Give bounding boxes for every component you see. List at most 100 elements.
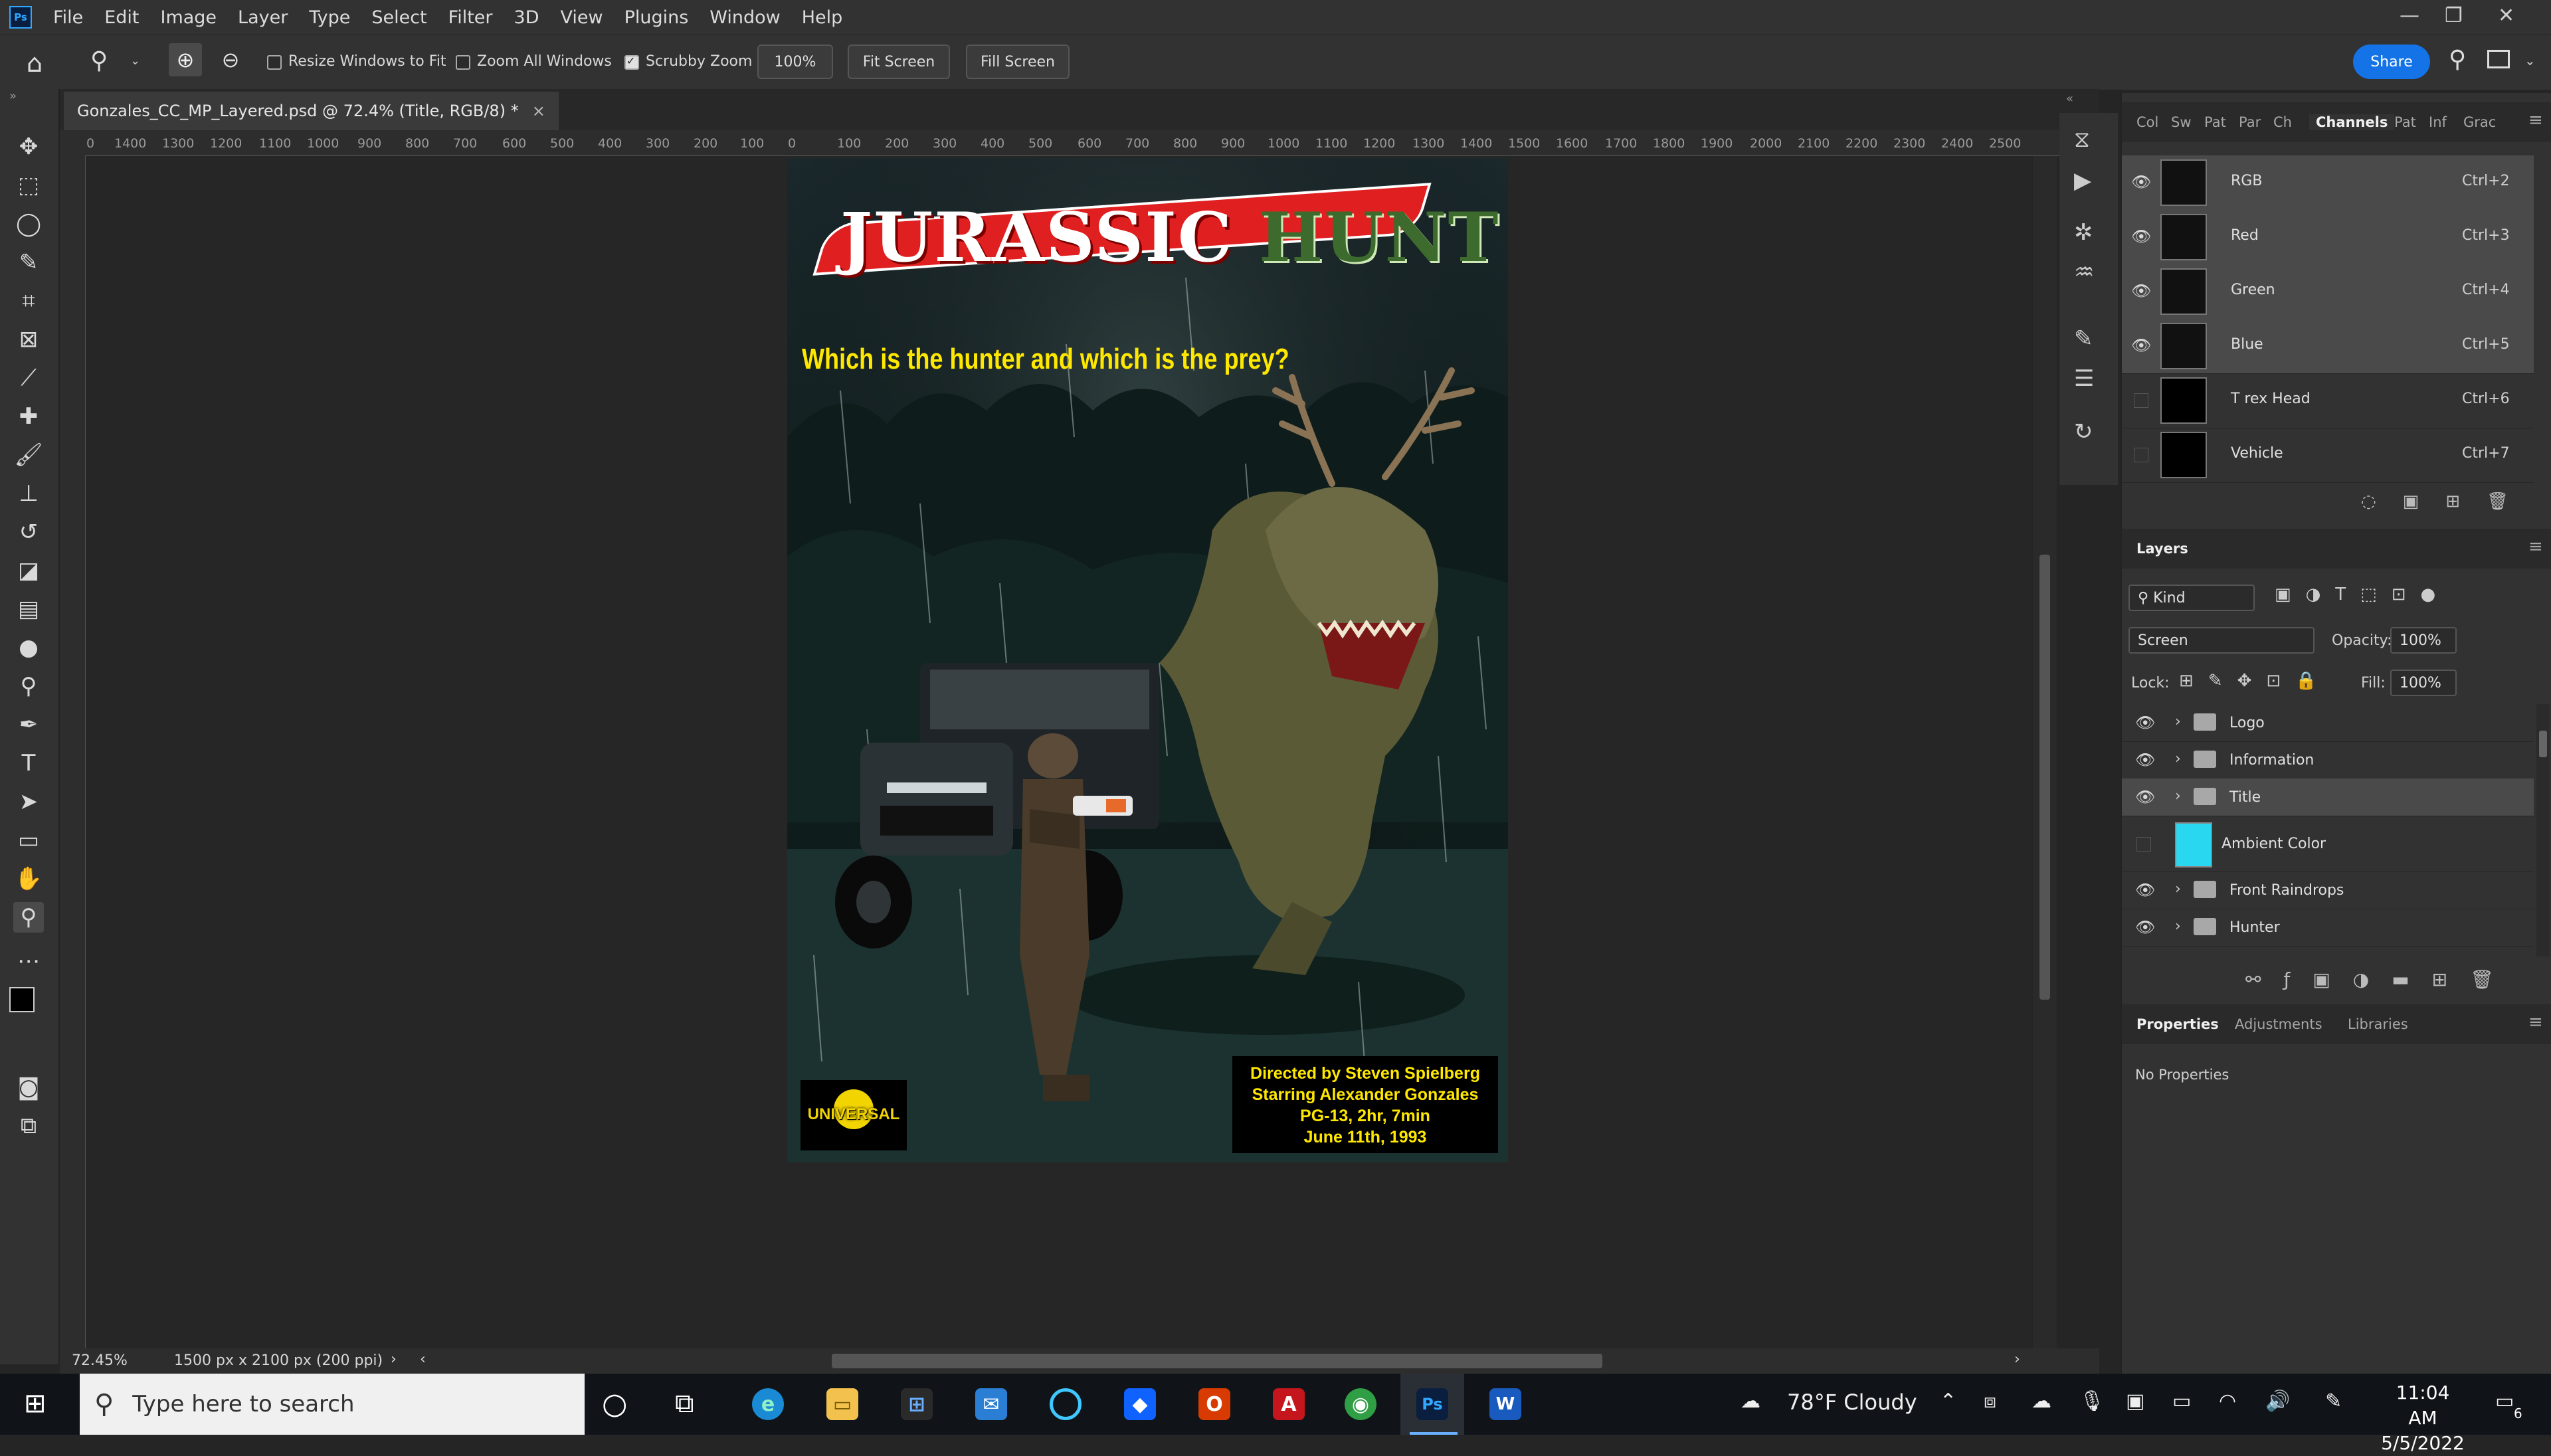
quick-mask-icon[interactable]: ◙ bbox=[13, 1072, 44, 1103]
layers-menu-icon[interactable]: ≡ bbox=[2528, 537, 2543, 557]
minimize-icon[interactable]: — bbox=[2400, 4, 2419, 27]
history-brush-tool-icon[interactable]: ↺ bbox=[13, 517, 44, 547]
brush-settings-panel-icon[interactable]: ✲ bbox=[2074, 219, 2093, 246]
volume-icon[interactable]: 🔊 bbox=[2265, 1390, 2290, 1413]
channels-footer-icons[interactable]: ◌▣⊞🗑 bbox=[2361, 492, 2535, 511]
screen-mode-icon[interactable]: ⧉ bbox=[13, 1111, 44, 1141]
visibility-toggle[interactable] bbox=[2134, 448, 2148, 462]
taskbar-search[interactable]: ⚲ Type here to search bbox=[80, 1374, 585, 1435]
onedrive-icon[interactable]: ☁ bbox=[2031, 1390, 2051, 1413]
layer-filter-dropdown[interactable]: ⚲ Kind bbox=[2128, 585, 2255, 611]
visibility-eye-icon[interactable]: 👁 bbox=[2135, 751, 2155, 769]
file-explorer-icon[interactable]: ▭ bbox=[826, 1388, 858, 1420]
collapse-strip-icon[interactable]: « bbox=[2066, 92, 2073, 106]
actions-panel-icon[interactable]: ▶ bbox=[2074, 167, 2091, 194]
menu-3d[interactable]: 3D bbox=[514, 7, 539, 28]
rectangle-tool-icon[interactable]: ▭ bbox=[13, 825, 44, 856]
blur-tool-icon[interactable]: ● bbox=[13, 632, 44, 663]
notifications-icon[interactable]: ▭ bbox=[2495, 1390, 2514, 1413]
document-tab[interactable]: Gonzales_CC_MP_Layered.psd @ 72.4% (Titl… bbox=[64, 92, 559, 130]
edit-toolbar-icon[interactable]: ⋯ bbox=[13, 946, 44, 976]
menu-filter[interactable]: Filter bbox=[448, 7, 493, 28]
vertical-scrollbar-thumb[interactable] bbox=[2039, 555, 2050, 1000]
expand-chevron-icon[interactable]: › bbox=[2175, 918, 2181, 935]
layer-row[interactable]: 👁 › Logo bbox=[2122, 704, 2534, 742]
tab-swatches[interactable]: Sw bbox=[2171, 114, 2192, 130]
brushes-panel-icon[interactable]: ✎ bbox=[2074, 325, 2093, 352]
close-icon[interactable]: ✕ bbox=[2498, 4, 2514, 27]
visibility-toggle[interactable] bbox=[2134, 393, 2148, 408]
zoom-tool-icon[interactable]: ⚲ bbox=[13, 902, 44, 933]
word-taskbar-icon[interactable]: W bbox=[1489, 1388, 1521, 1420]
visibility-eye-icon[interactable]: 👁 bbox=[2131, 336, 2151, 355]
tab-paragraph[interactable]: Par bbox=[2239, 114, 2261, 130]
tab-paths[interactable]: Pat bbox=[2394, 114, 2416, 130]
menu-type[interactable]: Type bbox=[309, 7, 350, 28]
tab-libraries[interactable]: Libraries bbox=[2348, 1016, 2408, 1032]
move-tool-icon[interactable]: ✥ bbox=[13, 132, 44, 162]
blend-mode-dropdown[interactable]: Screen bbox=[2128, 627, 2315, 654]
layer-row[interactable]: 👁 › Title bbox=[2122, 778, 2534, 816]
tab-layers[interactable]: Layers bbox=[2136, 541, 2188, 557]
meet-now-icon[interactable]: ⧈ bbox=[1984, 1390, 1996, 1413]
fill-screen-button[interactable]: Fill Screen bbox=[966, 45, 1070, 79]
vertical-scrollbar-track[interactable] bbox=[2033, 156, 2057, 1348]
weather-text[interactable]: 78°F Cloudy bbox=[1787, 1390, 1917, 1415]
hand-tool-icon[interactable]: ✋ bbox=[13, 864, 44, 894]
pen-icon[interactable]: ✎ bbox=[2325, 1390, 2342, 1413]
layer-row[interactable]: 👁 › Hunter bbox=[2122, 909, 2534, 947]
glyphs-panel-icon[interactable]: ♒ bbox=[2074, 259, 2094, 286]
restore-icon[interactable]: ❐ bbox=[2445, 4, 2463, 27]
marquee-tool-icon[interactable]: ⬚ bbox=[13, 170, 44, 201]
cortana-icon[interactable]: ○ bbox=[602, 1387, 627, 1421]
mail-icon[interactable]: ✉ bbox=[975, 1388, 1007, 1420]
layer-row[interactable]: 👁 › Front Raindrops bbox=[2122, 871, 2534, 909]
tab-color[interactable]: Col bbox=[2136, 114, 2158, 130]
zoom-out-icon[interactable]: ⊖ bbox=[214, 43, 247, 76]
quick-selection-tool-icon[interactable]: ✎ bbox=[13, 247, 44, 278]
layer-row[interactable]: Ambient Color bbox=[2122, 816, 2534, 872]
zoom-in-icon[interactable]: ⊕ bbox=[169, 43, 202, 76]
microsoft-store-icon[interactable]: ⊞ bbox=[901, 1388, 933, 1420]
frame-tool-icon[interactable]: ⊠ bbox=[13, 324, 44, 355]
horizontal-scrollbar-thumb[interactable] bbox=[832, 1354, 1602, 1368]
wifi-icon[interactable]: ◠ bbox=[2219, 1390, 2236, 1413]
battery-icon[interactable]: ▭ bbox=[2172, 1390, 2191, 1413]
windows-start-icon[interactable]: ⊞ bbox=[24, 1388, 47, 1419]
channel-row[interactable]: T rex Head Ctrl+6 bbox=[2122, 373, 2534, 428]
dropbox-icon[interactable]: ◆ bbox=[1124, 1388, 1156, 1420]
clone-stamp-tool-icon[interactable]: ⊥ bbox=[13, 478, 44, 509]
visibility-eye-icon[interactable]: 👁 bbox=[2131, 282, 2151, 300]
expand-chevron-icon[interactable]: › bbox=[2175, 713, 2181, 730]
tab-patterns[interactable]: Pat bbox=[2204, 114, 2226, 130]
channel-row[interactable]: 👁 Red Ctrl+3 bbox=[2122, 210, 2534, 265]
scroll-left-icon[interactable]: ‹ bbox=[420, 1351, 426, 1368]
tab-character[interactable]: Ch bbox=[2273, 114, 2292, 130]
tab-gradients[interactable]: Grac bbox=[2463, 114, 2496, 130]
weather-icon[interactable]: ☁ bbox=[1741, 1390, 1760, 1413]
display-icon[interactable]: ▣ bbox=[2126, 1390, 2144, 1413]
menu-help[interactable]: Help bbox=[802, 7, 843, 28]
brush-tool-icon[interactable]: 🖌 bbox=[13, 440, 44, 470]
layer-filter-icons[interactable]: ▣◑T⬚⊡● bbox=[2275, 585, 2450, 604]
visibility-eye-icon[interactable]: 👁 bbox=[2135, 788, 2155, 806]
scrubby-zoom-checkbox[interactable] bbox=[624, 54, 639, 70]
menu-layer[interactable]: Layer bbox=[238, 7, 288, 28]
visibility-eye-icon[interactable]: 👁 bbox=[2131, 227, 2151, 246]
styles-panel-icon[interactable]: ↻ bbox=[2074, 418, 2093, 445]
close-document-icon[interactable]: × bbox=[532, 102, 545, 120]
fill-field[interactable]: 100% bbox=[2390, 670, 2457, 696]
adjustments-panel-icon[interactable]: ☰ bbox=[2074, 365, 2094, 392]
path-selection-tool-icon[interactable]: ➤ bbox=[13, 786, 44, 817]
fit-screen-button[interactable]: Fit Screen bbox=[848, 45, 950, 79]
healing-brush-tool-icon[interactable]: ✚ bbox=[13, 401, 44, 432]
menu-file[interactable]: File bbox=[53, 7, 83, 28]
eraser-tool-icon[interactable]: ◪ bbox=[13, 555, 44, 586]
zoom-tool-preset-icon[interactable]: ⚲ bbox=[90, 47, 108, 74]
office-icon[interactable]: O bbox=[1198, 1388, 1230, 1420]
pen-tool-icon[interactable]: ✒ bbox=[13, 709, 44, 740]
channel-row[interactable]: Vehicle Ctrl+7 bbox=[2122, 428, 2534, 483]
visibility-eye-icon[interactable]: 👁 bbox=[2135, 881, 2155, 899]
opacity-field[interactable]: 100% bbox=[2390, 627, 2457, 654]
properties-menu-icon[interactable]: ≡ bbox=[2528, 1012, 2543, 1032]
